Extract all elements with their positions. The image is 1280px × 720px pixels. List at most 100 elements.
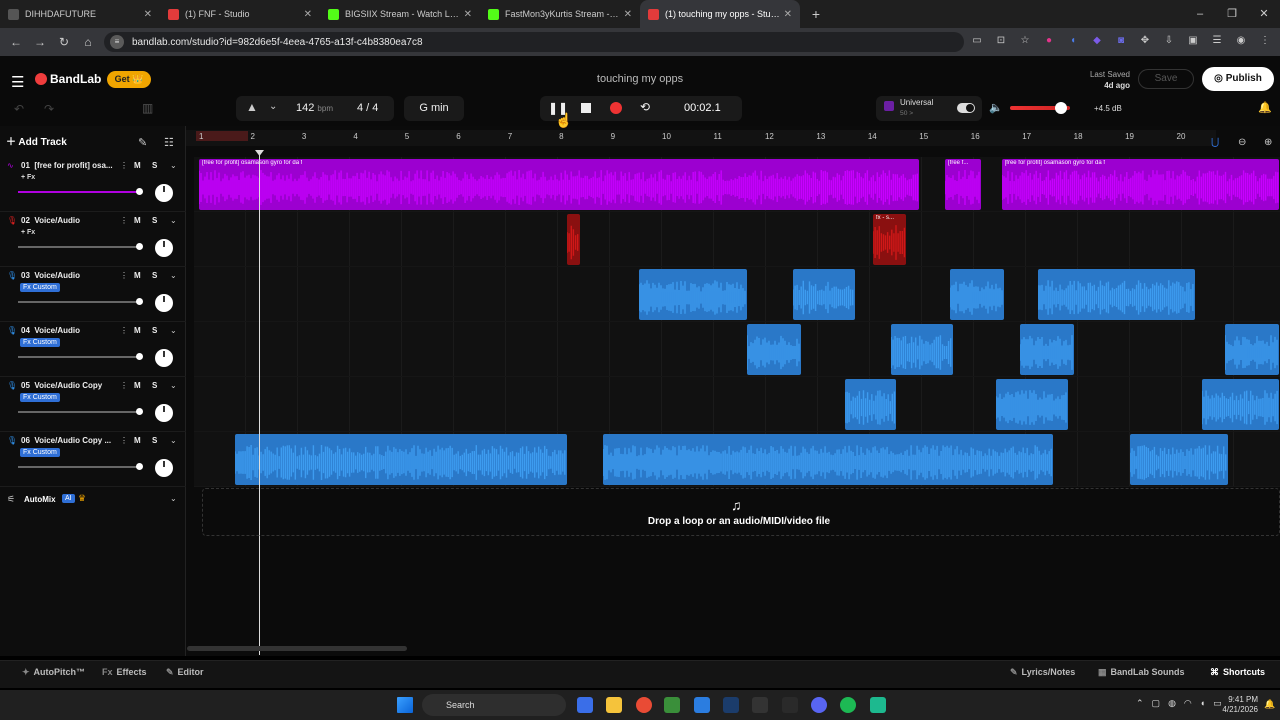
track-pan-knob[interactable] — [155, 184, 173, 202]
audio-region[interactable] — [1130, 434, 1228, 485]
bandlab-logo[interactable]: BandLab — [35, 72, 101, 86]
browser-tab[interactable]: FastMon3yKurtis Stream - Watc ✕ — [480, 0, 640, 28]
horizontal-scrollbar[interactable] — [187, 646, 407, 651]
bookmark-star-icon[interactable]: ☆ — [1016, 32, 1034, 50]
audio-region[interactable] — [746, 324, 801, 375]
close-window-button[interactable]: ✕ — [1248, 0, 1280, 28]
stop-icon[interactable] — [581, 103, 591, 113]
audio-region[interactable]: [free for profit] osamason gyro for da f — [199, 159, 920, 210]
chevron-down-icon[interactable]: ⌄ — [170, 326, 177, 335]
audio-region[interactable] — [793, 269, 855, 320]
lyrics-notes-button[interactable]: ✎ Lyrics/Notes — [1010, 667, 1075, 678]
track-volume-knob[interactable] — [136, 408, 143, 415]
audio-region[interactable] — [235, 434, 567, 485]
audio-region[interactable] — [1225, 324, 1280, 375]
chrome-menu-icon[interactable]: ⋮ — [1256, 32, 1274, 50]
track-volume-slider[interactable] — [18, 353, 143, 360]
tempo-display[interactable]: 142 bpm — [296, 102, 333, 114]
chevron-down-icon[interactable]: ⌄ — [170, 494, 177, 503]
piano-keyboard-icon[interactable]: ▥ — [142, 101, 153, 115]
track-header[interactable]: 🎙 02 Voice/Audio + Fx ⋮ M S ⌄ — [0, 212, 186, 267]
solo-button[interactable]: S — [152, 161, 157, 170]
fx-custom-badge[interactable]: Fx Custom — [20, 448, 60, 457]
notification-bell-icon[interactable]: 🔔 — [1258, 101, 1272, 114]
tab-search-icon[interactable]: ☰ — [1208, 32, 1226, 50]
pencil-icon[interactable]: ✎ — [138, 136, 147, 149]
track-volume-slider[interactable] — [18, 188, 143, 195]
omnibox[interactable]: ≡ bandlab.com/studio?id=982d6e5f-4eea-47… — [104, 32, 964, 52]
close-tab-icon[interactable]: ✕ — [624, 9, 632, 20]
windows-start-icon[interactable] — [397, 697, 413, 713]
metronome-icon[interactable]: ▲ — [246, 100, 258, 114]
track-volume-knob[interactable] — [136, 353, 143, 360]
chevron-down-icon[interactable]: ⌄ — [170, 161, 177, 170]
reload-icon[interactable]: ↻ — [52, 35, 76, 49]
track-options-icon[interactable]: ⋮ — [120, 381, 128, 390]
master-volume-knob[interactable] — [1055, 102, 1067, 114]
wifi-icon[interactable]: ◠ — [1184, 698, 1192, 709]
redo-icon[interactable]: ↷ — [44, 102, 54, 116]
audio-region[interactable] — [602, 434, 1054, 485]
fx-custom-badge[interactable]: Fx Custom — [20, 338, 60, 347]
puzzle-icon[interactable]: ✥ — [1136, 32, 1154, 50]
add-fx-button[interactable]: + Fx — [21, 229, 35, 236]
track-name[interactable]: 04 Voice/Audio — [21, 326, 119, 335]
taskbar-clock[interactable]: 9:41 PM 4/21/2026 — [1210, 695, 1258, 715]
track-volume-knob[interactable] — [136, 188, 143, 195]
mute-button[interactable]: M — [134, 161, 141, 170]
track-pan-knob[interactable] — [155, 349, 173, 367]
maximize-button[interactable]: ❐ — [1216, 0, 1248, 28]
close-tab-icon[interactable]: ✕ — [144, 9, 152, 20]
track-volume-slider[interactable] — [18, 243, 143, 250]
add-fx-button[interactable]: + Fx — [21, 174, 35, 181]
track-header[interactable]: 🎙 03 Voice/Audio Fx Custom ⋮ M S ⌄ — [0, 267, 186, 322]
record-icon[interactable] — [610, 102, 622, 114]
track-pan-knob[interactable] — [155, 294, 173, 312]
automix-row[interactable]: ⚟ AutoMix AI ♛ ⌄ — [0, 490, 186, 510]
solo-button[interactable]: S — [152, 381, 157, 390]
loop-region-marker[interactable] — [196, 131, 248, 141]
cast-icon[interactable]: ▭ — [968, 32, 986, 50]
extension-icon[interactable]: ◆ — [1088, 32, 1106, 50]
back-icon[interactable]: ← — [4, 35, 28, 49]
profile-avatar[interactable]: ◉ — [1232, 32, 1250, 50]
loop-icon[interactable]: ⟲ — [640, 100, 650, 114]
get-membership-button[interactable]: Get 👑 — [107, 71, 151, 88]
chrome-icon[interactable] — [636, 697, 652, 713]
mastering-toggle[interactable] — [957, 103, 975, 113]
publish-button[interactable]: ◎ Publish — [1202, 67, 1274, 91]
mute-button[interactable]: M — [134, 436, 141, 445]
zoom-in-icon[interactable]: ⊕ — [1264, 137, 1272, 148]
bandlab-sounds-button[interactable]: ▦ BandLab Sounds — [1098, 667, 1185, 678]
track-header[interactable]: ∿ 01 [free for profit] osa... + Fx ⋮ M S ⌄ — [0, 157, 186, 212]
track-pan-knob[interactable] — [155, 404, 173, 422]
audio-region[interactable] — [1037, 269, 1195, 320]
taskbar-search[interactable]: Search — [422, 694, 566, 716]
audio-region[interactable]: fx - s... — [872, 214, 907, 265]
track-options-icon[interactable]: ⋮ — [120, 326, 128, 335]
track-header[interactable]: 🎙 05 Voice/Audio Copy Fx Custom ⋮ M S ⌄ — [0, 377, 186, 432]
audio-region[interactable] — [891, 324, 953, 375]
time-signature[interactable]: 4 / 4 — [357, 102, 378, 114]
audio-region[interactable]: [free f... — [945, 159, 982, 210]
audio-region[interactable] — [1019, 324, 1074, 375]
editor-button[interactable]: ✎ Editor — [166, 667, 204, 678]
track-lane[interactable] — [194, 377, 1280, 432]
track-name[interactable]: 01 [free for profit] osa... — [21, 161, 119, 170]
chevron-down-icon[interactable]: ⌄ — [170, 216, 177, 225]
tray-app-icon[interactable]: ◍ — [1168, 698, 1176, 709]
extension-icon[interactable]: ◖ — [1064, 32, 1082, 50]
spotify-icon[interactable] — [840, 697, 856, 713]
track-header[interactable]: 🎙 06 Voice/Audio Copy ... Fx Custom ⋮ M S ⌄ — [0, 432, 186, 487]
browser-tab[interactable]: (1) touching my opps - Studio ✕ — [640, 0, 800, 28]
screenshot-icon[interactable]: ⊡ — [992, 32, 1010, 50]
forward-icon[interactable]: → — [28, 35, 52, 49]
epic-games-icon[interactable] — [752, 697, 768, 713]
track-options-icon[interactable]: ⋮ — [120, 216, 128, 225]
playhead[interactable] — [259, 150, 260, 655]
track-options-icon[interactable]: ⋮ — [120, 436, 128, 445]
fx-custom-badge[interactable]: Fx Custom — [20, 283, 60, 292]
home-icon[interactable]: ⌂ — [76, 35, 100, 49]
mute-button[interactable]: M — [134, 271, 141, 280]
close-tab-icon[interactable]: ✕ — [304, 9, 312, 20]
